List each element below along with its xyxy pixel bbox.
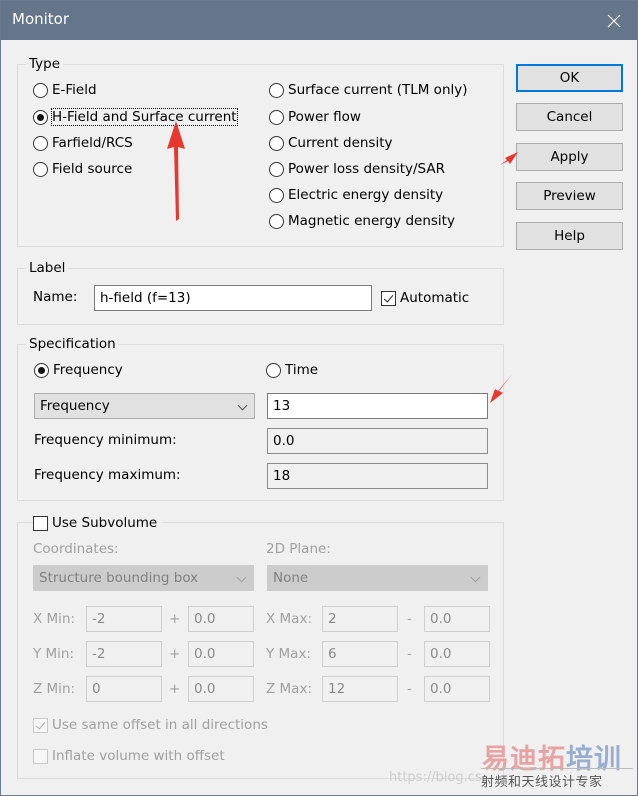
radio-indicator bbox=[269, 82, 284, 98]
y-max-label: Y Max: bbox=[266, 646, 311, 662]
same-offset-label: Use same offset in all directions bbox=[52, 717, 268, 733]
inflate-volume-checkbox[interactable]: Inflate volume with offset bbox=[33, 746, 225, 766]
inflate-volume-label: Inflate volume with offset bbox=[52, 748, 225, 764]
frequency-maximum-label: Frequency maximum: bbox=[34, 467, 181, 483]
z-max-label: Z Max: bbox=[266, 681, 312, 697]
label-legend: Label bbox=[26, 260, 69, 276]
watermark-url: https://blog.cs bbox=[389, 770, 482, 785]
z-min-label: Z Min: bbox=[33, 681, 76, 697]
monitor-dialog: Monitor Type E-Field H-Field and Surface… bbox=[0, 0, 638, 796]
radio-electric-energy-density[interactable]: Electric energy density bbox=[269, 185, 443, 205]
z-min-plus: + bbox=[169, 681, 181, 697]
radio-current-density[interactable]: Current density bbox=[269, 133, 393, 153]
frequency-minimum-label: Frequency minimum: bbox=[34, 432, 177, 448]
help-button[interactable]: Help bbox=[516, 222, 623, 250]
radio-magnetic-energy-density[interactable]: Magnetic energy density bbox=[269, 211, 455, 231]
radio-indicator bbox=[269, 213, 284, 229]
z-max-minus: - bbox=[407, 681, 412, 697]
2d-plane-select[interactable]: None bbox=[267, 565, 488, 591]
x-min-label: X Min: bbox=[33, 611, 76, 627]
use-subvolume-label: Use Subvolume bbox=[52, 515, 158, 531]
y-min-label: Y Min: bbox=[33, 646, 75, 662]
radio-farfield-rcs[interactable]: Farfield/RCS bbox=[33, 133, 133, 153]
x-min-input[interactable]: -2 bbox=[86, 606, 162, 632]
watermark-logo: 易迪拓培训 射频和天线设计专家 bbox=[479, 737, 638, 793]
chevron-down-icon bbox=[236, 572, 247, 583]
y-min-plus: + bbox=[169, 646, 181, 662]
mode-select-value: Frequency bbox=[40, 398, 110, 414]
close-button[interactable] bbox=[591, 1, 637, 40]
z-max-input[interactable]: 12 bbox=[322, 676, 398, 702]
close-x-icon bbox=[607, 14, 621, 27]
title-bar: Monitor bbox=[1, 1, 637, 40]
radio-time[interactable]: Time bbox=[266, 360, 318, 380]
radio-indicator bbox=[269, 109, 284, 125]
radio-e-field[interactable]: E-Field bbox=[33, 80, 97, 100]
radio-frequency[interactable]: Frequency bbox=[34, 360, 123, 380]
y-min-input[interactable]: -2 bbox=[86, 641, 162, 667]
radio-indicator bbox=[33, 161, 48, 177]
apply-button[interactable]: Apply bbox=[516, 143, 623, 171]
mode-select[interactable]: Frequency bbox=[34, 393, 255, 419]
radio-indicator bbox=[269, 187, 284, 203]
coordinates-label: Coordinates: bbox=[33, 541, 119, 557]
radio-surface-current-tlm[interactable]: Surface current (TLM only) bbox=[269, 80, 468, 100]
y-max-minus: - bbox=[407, 646, 412, 662]
radio-indicator bbox=[33, 82, 48, 98]
preview-button[interactable]: Preview bbox=[516, 182, 623, 210]
radio-indicator-selected bbox=[34, 362, 49, 378]
z-min-input[interactable]: 0 bbox=[86, 676, 162, 702]
same-offset-checkbox[interactable]: Use same offset in all directions bbox=[33, 715, 268, 735]
z-max-offset-input[interactable]: 0.0 bbox=[424, 676, 490, 702]
y-max-offset-input[interactable]: 0.0 bbox=[424, 641, 490, 667]
checkbox-indicator-checked bbox=[33, 717, 48, 733]
2d-plane-label: 2D Plane: bbox=[266, 541, 331, 557]
radio-power-flow[interactable]: Power flow bbox=[269, 107, 361, 127]
radio-indicator bbox=[269, 135, 284, 151]
radio-indicator bbox=[266, 362, 281, 378]
automatic-checkbox[interactable]: Automatic bbox=[381, 288, 469, 308]
checkbox-indicator-checked bbox=[381, 290, 396, 306]
radio-indicator bbox=[269, 161, 284, 177]
chevron-down-icon bbox=[237, 400, 248, 411]
specification-legend: Specification bbox=[26, 336, 119, 352]
radio-h-field-surface-current[interactable]: H-Field and Surface current bbox=[33, 107, 238, 127]
x-max-offset-input[interactable]: 0.0 bbox=[424, 606, 490, 632]
radio-indicator bbox=[33, 135, 48, 151]
y-max-input[interactable]: 6 bbox=[322, 641, 398, 667]
x-max-minus: - bbox=[407, 611, 412, 627]
frequency-maximum-field: 18 bbox=[267, 463, 488, 489]
automatic-label: Automatic bbox=[400, 290, 470, 306]
type-legend: Type bbox=[26, 56, 64, 72]
watermark-divider bbox=[481, 768, 633, 769]
radio-indicator-selected bbox=[33, 109, 48, 125]
radio-field-source[interactable]: Field source bbox=[33, 159, 132, 179]
checkbox-indicator bbox=[33, 515, 48, 531]
coordinates-select[interactable]: Structure bounding box bbox=[33, 565, 254, 591]
coordinates-select-value: Structure bounding box bbox=[39, 570, 199, 586]
cancel-button[interactable]: Cancel bbox=[516, 103, 623, 131]
use-subvolume-checkbox[interactable]: Use Subvolume bbox=[33, 513, 163, 533]
2d-plane-select-value: None bbox=[273, 570, 309, 586]
watermark-tagline: 射频和天线设计专家 bbox=[481, 775, 603, 790]
checkbox-indicator bbox=[33, 748, 48, 764]
x-max-label: X Max: bbox=[266, 611, 312, 627]
x-min-plus: + bbox=[169, 611, 181, 627]
x-min-offset-input[interactable]: 0.0 bbox=[188, 606, 254, 632]
frequency-input[interactable]: 13 bbox=[267, 393, 488, 419]
window-title: Monitor bbox=[12, 10, 70, 28]
ok-button[interactable]: OK bbox=[516, 64, 623, 92]
y-min-offset-input[interactable]: 0.0 bbox=[188, 641, 254, 667]
chevron-down-icon bbox=[470, 572, 481, 583]
z-min-offset-input[interactable]: 0.0 bbox=[188, 676, 254, 702]
x-max-input[interactable]: 2 bbox=[322, 606, 398, 632]
radio-power-loss-density-sar[interactable]: Power loss density/SAR bbox=[269, 159, 445, 179]
name-label: Name: bbox=[33, 289, 78, 305]
name-input[interactable]: h-field (f=13) bbox=[94, 285, 372, 311]
frequency-minimum-field: 0.0 bbox=[267, 428, 488, 454]
